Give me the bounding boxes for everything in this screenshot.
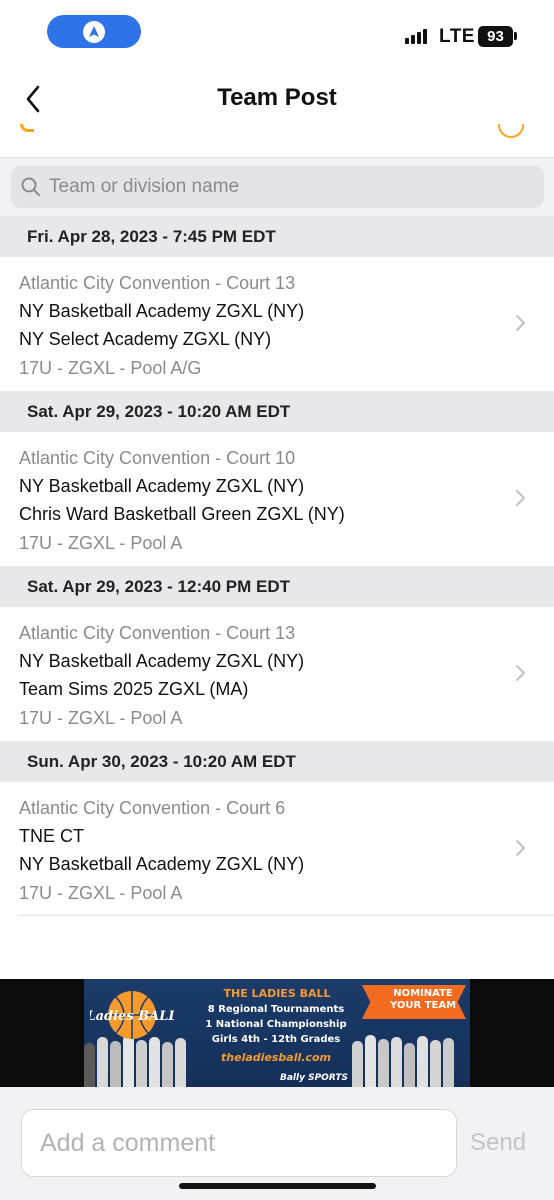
game-venue: Atlantic City Convention - Court 10 xyxy=(19,448,296,468)
date-header: Sun. Apr 30, 2023 - 10:20 AM EDT xyxy=(0,741,554,782)
search-input[interactable] xyxy=(49,176,529,198)
partial-icon-left xyxy=(20,124,34,132)
game-venue: Atlantic City Convention - Court 6 xyxy=(19,798,286,818)
comment-input[interactable] xyxy=(21,1109,457,1177)
send-button[interactable]: Send xyxy=(470,1129,526,1157)
row-divider xyxy=(19,915,554,916)
game-division: 17U - ZGXL - Pool A xyxy=(19,883,183,903)
ad-title: THE LADIES BALL xyxy=(223,987,331,1000)
network-label: LTE xyxy=(439,26,475,47)
ad-banner[interactable]: Ladies BALL THE LADIES BALL 8 Regional T… xyxy=(0,979,554,1087)
ladies-ball-logo: Ladies BALL xyxy=(90,991,174,1039)
home-indicator[interactable] xyxy=(179,1183,376,1189)
game-venue: Atlantic City Convention - Court 13 xyxy=(19,273,296,293)
game-row[interactable]: Atlantic City Convention - Court 13 NY B… xyxy=(0,607,554,741)
game-team-1: NY Basketball Academy ZGXL (NY) xyxy=(19,651,305,671)
ad-creative[interactable]: Ladies BALL THE LADIES BALL 8 Regional T… xyxy=(84,979,470,1087)
date-header: Fri. Apr 28, 2023 - 7:45 PM EDT xyxy=(0,216,554,257)
game-team-2: Team Sims 2025 ZGXL (MA) xyxy=(19,679,249,699)
game-team-1: NY Basketball Academy ZGXL (NY) xyxy=(19,301,305,321)
ad-players-image-right xyxy=(352,1029,454,1087)
game-division: 17U - ZGXL - Pool A/G xyxy=(19,358,202,378)
date-header: Sat. Apr 29, 2023 - 10:20 AM EDT xyxy=(0,391,554,432)
ad-line-2: 1 National Championship xyxy=(205,1019,347,1030)
game-team-2: NY Basketball Academy ZGXL (NY) xyxy=(19,854,305,874)
game-row[interactable]: Atlantic City Convention - Court 13 NY B… xyxy=(0,257,554,391)
header: Team Post xyxy=(0,70,554,130)
game-row[interactable]: Atlantic City Convention - Court 10 NY B… xyxy=(0,432,554,566)
schedule-list: Fri. Apr 28, 2023 - 7:45 PM EDT Atlantic… xyxy=(0,216,554,916)
search-icon xyxy=(21,177,40,196)
battery-icon: 93 xyxy=(478,26,513,47)
chevron-right-icon xyxy=(516,665,525,681)
ad-cta-label: NOMINATE YOUR TEAM xyxy=(389,988,457,1011)
search-field[interactable] xyxy=(11,166,544,208)
chevron-right-icon xyxy=(516,840,525,856)
game-team-1: TNE CT xyxy=(19,826,84,846)
game-team-1: NY Basketball Academy ZGXL (NY) xyxy=(19,476,305,496)
battery-nub xyxy=(514,32,517,40)
partially-hidden-row xyxy=(0,124,554,158)
svg-text:Ladies BALL: Ladies BALL xyxy=(90,1009,174,1024)
ad-line-1: 8 Regional Tournaments xyxy=(207,1004,345,1015)
battery-level: 93 xyxy=(487,28,504,45)
navigation-pill[interactable] xyxy=(47,15,141,48)
partial-icon-right xyxy=(498,124,524,138)
chevron-right-icon xyxy=(516,315,525,331)
chevron-right-icon xyxy=(516,490,525,506)
status-bar: LTE 93 xyxy=(0,0,554,70)
date-header: Sat. Apr 29, 2023 - 12:40 PM EDT xyxy=(0,566,554,607)
game-team-2: NY Select Academy ZGXL (NY) xyxy=(19,329,272,349)
game-division: 17U - ZGXL - Pool A xyxy=(19,533,183,553)
game-team-2: Chris Ward Basketball Green ZGXL (NY) xyxy=(19,504,345,524)
game-division: 17U - ZGXL - Pool A xyxy=(19,708,183,728)
page-title: Team Post xyxy=(217,84,337,111)
game-row[interactable]: Atlantic City Convention - Court 6 TNE C… xyxy=(0,782,554,916)
ad-sponsor-logo: Bally SPORTS xyxy=(280,1073,348,1083)
game-venue: Atlantic City Convention - Court 13 xyxy=(19,623,296,643)
search-bar xyxy=(0,158,554,216)
navigation-arrow-icon xyxy=(83,20,105,43)
ad-line-3: Girls 4th - 12th Grades xyxy=(211,1034,341,1045)
ad-url: theladiesball.com xyxy=(221,1051,331,1064)
cellular-signal-icon xyxy=(405,28,427,44)
